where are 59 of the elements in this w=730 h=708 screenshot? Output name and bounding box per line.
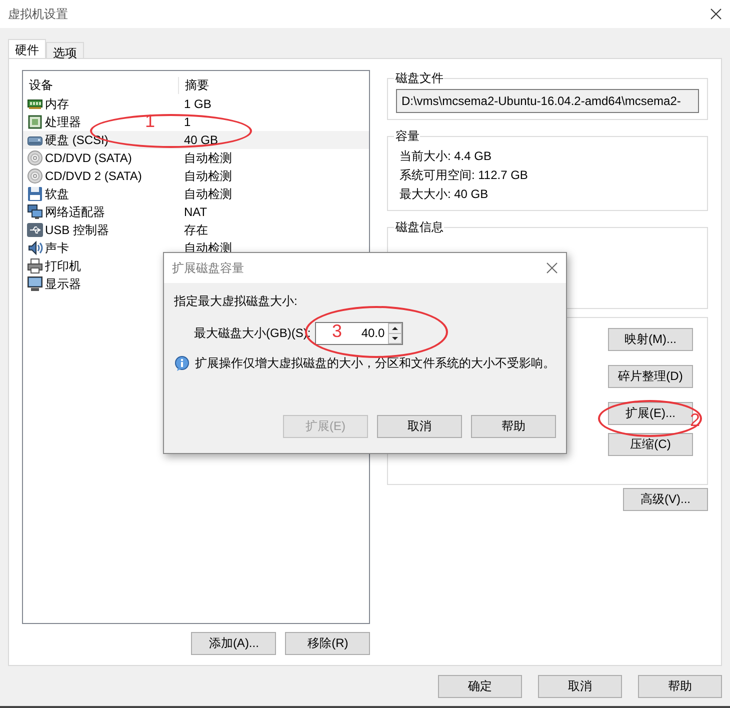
- path-field[interactable]: D:\vms\mcsema2-Ubuntu-16.04.2-amd64\mcsema2-: [396, 89, 699, 113]
- dialog-button[interactable]: 取消: [377, 415, 462, 438]
- device-summary: 1: [183, 115, 191, 129]
- close-icon: [546, 262, 558, 274]
- tab[interactable]: 硬件: [8, 39, 46, 58]
- device-name: 内存: [45, 96, 69, 112]
- processor-icon: [27, 114, 43, 130]
- info-icon: [174, 356, 190, 372]
- disc-icon: [27, 168, 43, 184]
- device-name: 网络适配器: [45, 204, 105, 220]
- dialog-button[interactable]: 确定: [438, 675, 522, 698]
- dialog-title: 扩展磁盘容量: [172, 260, 244, 276]
- column-header[interactable]: 摘要: [179, 76, 209, 94]
- list-button[interactable]: 移除(R): [285, 632, 370, 655]
- device-summary: 自动检测: [183, 168, 232, 184]
- group-title: 容量: [394, 128, 420, 145]
- device-name: 硬盘 (SCSI): [45, 132, 108, 148]
- usb-icon: [27, 222, 43, 238]
- printer-icon: [27, 258, 43, 274]
- device-name: 处理器: [45, 114, 81, 130]
- device-name: 打印机: [45, 258, 81, 274]
- close-icon: [710, 8, 722, 20]
- monitor-icon: [27, 276, 43, 292]
- dialog-button[interactable]: 帮助: [638, 675, 722, 698]
- device-name: USB 控制器: [45, 222, 110, 238]
- utility-button[interactable]: 碎片整理(D): [608, 365, 693, 388]
- device-name: 软盘: [45, 186, 69, 202]
- device-summary: NAT: [183, 205, 208, 219]
- capacity-text: 当前大小: 4.4 GB: [398, 148, 492, 165]
- speaker-icon: [27, 240, 43, 256]
- list-button[interactable]: 添加(A)...: [191, 632, 276, 655]
- capacity-text: 最大大小: 40 GB: [398, 186, 490, 203]
- device-summary: 存在: [183, 222, 208, 238]
- device-summary: 自动检测: [183, 150, 232, 166]
- device-name: 声卡: [45, 240, 69, 256]
- device-summary: 1 GB: [183, 97, 212, 111]
- device-summary: 40 GB: [183, 133, 218, 147]
- device-name: CD/DVD 2 (SATA): [45, 169, 142, 183]
- spin-arrows-icon: [388, 323, 402, 344]
- group-title: 磁盘文件: [394, 70, 444, 87]
- group-title: 磁盘信息: [394, 219, 444, 236]
- tab[interactable]: 选项: [46, 42, 84, 58]
- column-header[interactable]: 设备: [23, 76, 179, 94]
- dialog-button[interactable]: 帮助: [471, 415, 556, 438]
- device-name: 显示器: [45, 276, 81, 292]
- advanced-button[interactable]: 高级(V)...: [623, 488, 708, 511]
- prompt-text: 指定最大虚拟磁盘大小:: [174, 293, 298, 310]
- utility-button[interactable]: 压缩(C): [608, 433, 693, 456]
- selected-row[interactable]: 硬盘 (SCSI) 40 GB: [23, 131, 370, 149]
- device-summary: 自动检测: [183, 186, 232, 202]
- annotation-number: 3: [332, 322, 342, 340]
- info-text: 扩展操作仅增大虚拟磁盘的大小，分区和文件系统的大小不受影响。: [195, 355, 555, 372]
- utility-button[interactable]: 映射(M)...: [608, 328, 693, 351]
- disc-icon: [27, 150, 43, 166]
- window-title: 虚拟机设置: [8, 6, 68, 22]
- device-name: CD/DVD (SATA): [45, 151, 132, 165]
- network-monitors-icon: [27, 204, 43, 220]
- dialog-button[interactable]: 取消: [538, 675, 622, 698]
- capacity-text: 系统可用空间: 112.7 GB: [398, 167, 529, 184]
